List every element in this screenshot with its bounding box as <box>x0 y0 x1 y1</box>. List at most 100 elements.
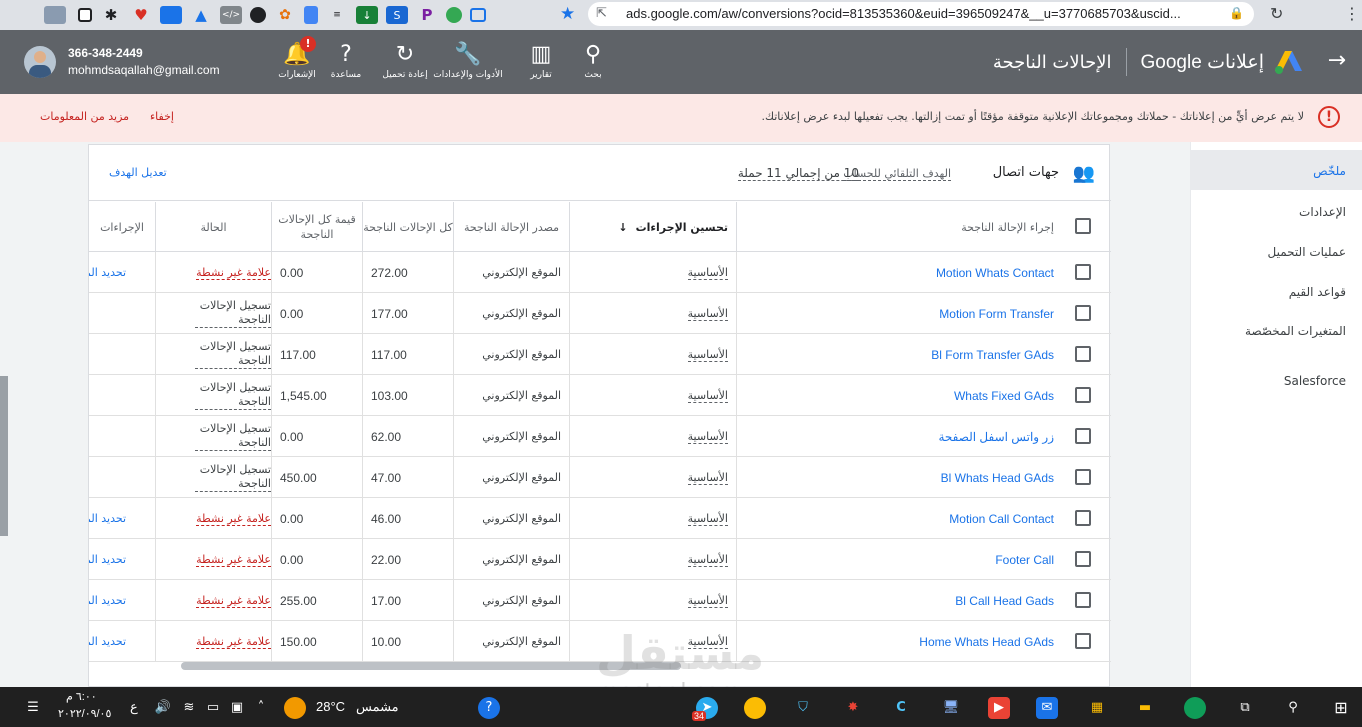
optimization-value[interactable]: الأساسية <box>687 594 728 608</box>
status-badge[interactable]: علامة غير نشطة <box>196 266 271 280</box>
youtube-icon[interactable]: ▶ <box>988 697 1010 719</box>
column-header-actions[interactable]: الإجراءات <box>89 202 155 252</box>
conversion-name-link[interactable]: Bl Whats Head GAds <box>941 471 1054 485</box>
row-checkbox[interactable] <box>1075 428 1091 444</box>
hide-link[interactable]: إخفاء <box>150 110 174 123</box>
goal-type[interactable]: الهدف التلقائي للحساب <box>843 167 951 181</box>
edit-goal-link[interactable]: تعديل الهدف <box>109 166 167 179</box>
optimization-value[interactable]: الأساسية <box>687 430 728 444</box>
conversion-name-link[interactable]: زر واتس اسفل الصفحة <box>938 430 1054 444</box>
status-badge[interactable]: تسجيل الإحالات الناجحة <box>195 463 271 492</box>
conversion-name-link[interactable]: Whats Fixed GAds <box>954 389 1054 403</box>
account-email[interactable]: mohmdsaqallah@gmail.com <box>68 63 220 77</box>
battery-icon[interactable]: ▭ <box>202 697 224 719</box>
help-app-icon[interactable]: ? <box>478 697 500 719</box>
status-badge[interactable]: تسجيل الإحالات الناجحة <box>195 299 271 328</box>
doc-extension-icon[interactable] <box>304 6 318 24</box>
globe-extension-icon[interactable] <box>446 7 462 23</box>
menu-dots-icon[interactable]: ⋮ <box>1344 4 1360 23</box>
taskbar-search-icon[interactable]: ⚲ <box>1282 697 1304 719</box>
heart-extension-icon[interactable]: ♥ <box>130 6 152 24</box>
red-app-icon[interactable]: ✸ <box>842 697 864 719</box>
row-checkbox[interactable] <box>1075 346 1091 362</box>
conversion-name-link[interactable]: Home Whats Head GAds <box>919 635 1054 649</box>
status-badge[interactable]: تسجيل الإحالات الناجحة <box>195 340 271 369</box>
row-checkbox[interactable] <box>1075 264 1091 280</box>
troubleshoot-link[interactable]: تحديد المش <box>89 635 126 648</box>
shield-app-icon[interactable]: ⛉ <box>792 697 814 719</box>
more-info-link[interactable]: مزيد من المعلومات <box>40 110 129 123</box>
status-badge[interactable]: علامة غير نشطة <box>196 512 271 526</box>
status-badge[interactable]: تسجيل الإحالات الناجحة <box>195 381 271 410</box>
url-text[interactable]: ads.google.com/aw/conversions?ocid=81353… <box>626 6 1181 21</box>
select-all-checkbox[interactable] <box>1075 218 1091 234</box>
optimization-value[interactable]: الأساسية <box>687 307 728 321</box>
optimization-value[interactable]: الأساسية <box>687 389 728 403</box>
status-badge[interactable]: تسجيل الإحالات الناجحة <box>195 422 271 451</box>
puzzle-icon[interactable]: ✱ <box>100 6 122 24</box>
product-name[interactable]: إعلانات Google <box>1141 51 1264 74</box>
speaker-icon[interactable]: 🔊 <box>152 697 174 719</box>
profile-extension-icon[interactable] <box>44 6 66 24</box>
search-button[interactable]: ⚲ بحث <box>558 42 628 80</box>
store-icon[interactable]: ▦ <box>1086 697 1108 719</box>
weather-text[interactable]: مشمس <box>356 699 399 715</box>
refresh-button[interactable]: ↻ إعادة تحميل <box>370 42 440 80</box>
mail-icon[interactable]: ✉ <box>1036 697 1058 719</box>
vector-extension-icon[interactable]: ▲ <box>190 6 212 24</box>
notifications-center-icon[interactable]: ☰ <box>22 697 44 719</box>
weather-temp[interactable]: 28°C <box>316 699 345 714</box>
optimization-value[interactable]: الأساسية <box>687 512 728 526</box>
conversion-name-link[interactable]: Motion Form Transfer <box>939 307 1054 321</box>
row-checkbox[interactable] <box>1075 551 1091 567</box>
optimization-value[interactable]: الأساسية <box>687 471 728 485</box>
column-header-status[interactable]: الحالة <box>155 202 271 252</box>
wifi-icon[interactable]: ≋ <box>178 697 200 719</box>
troubleshoot-link[interactable]: تحديد المش <box>89 553 126 566</box>
column-header-name[interactable]: إجراء الإحالة الناجحة <box>736 202 1056 252</box>
weather-sun-icon[interactable] <box>284 697 306 719</box>
row-checkbox[interactable] <box>1075 305 1091 321</box>
clock-time[interactable]: ٦:٠٠ م <box>66 690 97 703</box>
download-extension-icon[interactable]: ↓ <box>356 6 378 24</box>
code-extension-icon[interactable]: </> <box>220 6 242 24</box>
optimization-value[interactable]: الأساسية <box>687 348 728 362</box>
page-scrollbar[interactable] <box>0 376 8 536</box>
conversion-name-link[interactable]: Motion Call Contact <box>949 512 1054 526</box>
goal-campaign-count[interactable]: 10 من إجمالي 11 حملة <box>737 166 859 181</box>
troubleshoot-link[interactable]: تحديد المش <box>89 266 126 279</box>
conversion-name-link[interactable]: Footer Call <box>995 553 1054 567</box>
column-header-source[interactable]: مصدر الإحالة الناجحة <box>453 202 569 252</box>
optimization-value[interactable]: الأساسية <box>687 266 728 280</box>
google-ads-logo-icon[interactable] <box>1274 49 1304 75</box>
status-badge[interactable]: علامة غير نشطة <box>196 594 271 608</box>
explorer-icon[interactable]: ▬ <box>1134 697 1156 719</box>
column-header-all-conv[interactable]: كل الإحالات الناجحة <box>362 202 453 252</box>
share-icon[interactable]: ⇱ <box>596 6 607 21</box>
c-app-icon[interactable]: C <box>890 697 912 719</box>
troubleshoot-link[interactable]: تحديد المش <box>89 594 126 607</box>
sidebar-item-summary[interactable]: ملخّص <box>1313 164 1346 178</box>
edge-icon[interactable] <box>1184 697 1206 719</box>
camera-icon[interactable]: ▣ <box>226 697 248 719</box>
sidebar-item-custom-variables[interactable]: المتغيرات المخصّصة <box>1245 324 1346 338</box>
status-badge[interactable]: علامة غير نشطة <box>196 553 271 567</box>
language-indicator[interactable]: ع <box>130 699 138 715</box>
text-extension-icon[interactable]: ≡ <box>326 6 348 24</box>
chrome-icon[interactable] <box>744 697 766 719</box>
conversion-name-link[interactable]: Bl Form Transfer GAds <box>931 348 1054 362</box>
address-bar[interactable]: ★ ⇱ ads.google.com/aw/conversions?ocid=8… <box>560 2 1254 26</box>
account-id[interactable]: 366-348-2449 <box>68 46 143 60</box>
start-icon[interactable]: ⊞ <box>1330 697 1352 719</box>
sidebar-extension-icon[interactable] <box>78 8 92 22</box>
screen-extension-icon[interactable] <box>160 6 182 24</box>
sidebar-item-value-rules[interactable]: قواعد القيم <box>1289 285 1346 299</box>
row-checkbox[interactable] <box>1075 387 1091 403</box>
row-checkbox[interactable] <box>1075 510 1091 526</box>
clock-date[interactable]: ٢٠٢٢/٠٩/٠٥ <box>58 707 111 720</box>
column-header-optimization[interactable]: تحسين الإجراءات ↓ <box>569 202 736 252</box>
row-checkbox[interactable] <box>1075 633 1091 649</box>
row-checkbox[interactable] <box>1075 592 1091 608</box>
remote-app-icon[interactable]: 🖥 <box>940 697 962 719</box>
p-extension-icon[interactable]: P <box>416 6 438 24</box>
